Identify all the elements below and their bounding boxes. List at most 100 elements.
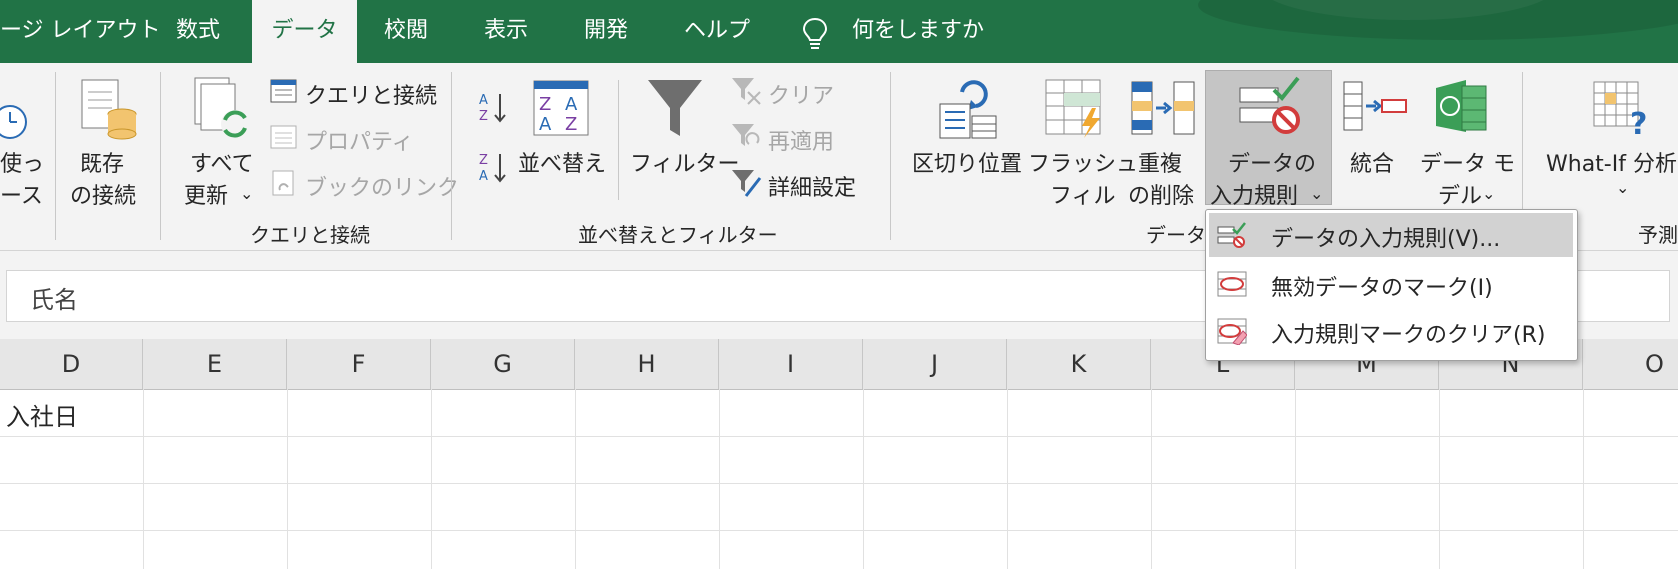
row-divider	[0, 483, 1678, 484]
menu-item-circle-invalid[interactable]: 無効データのマーク(I)	[1209, 262, 1573, 306]
filter-icon[interactable]	[646, 78, 704, 140]
row-divider	[0, 530, 1678, 531]
tab-formulas[interactable]: 数式	[176, 0, 220, 63]
formula-bar-value: 氏名	[30, 286, 78, 314]
column-divider	[1151, 389, 1152, 569]
svg-text:?: ?	[1630, 107, 1647, 138]
column-divider	[143, 389, 144, 569]
advanced-filter-icon[interactable]	[730, 168, 762, 198]
what-if-analysis-icon[interactable]: ?	[1592, 80, 1652, 138]
data-validation-icon[interactable]	[1238, 76, 1302, 136]
tab-developer[interactable]: 開発	[584, 0, 628, 63]
menu-item-clear-validation-circles[interactable]: 入力規則マークのクリア(R)	[1209, 309, 1573, 353]
filter-button[interactable]: フィルター	[630, 146, 740, 178]
svg-text:A: A	[565, 94, 578, 115]
column-header-d[interactable]: D	[0, 339, 143, 389]
column-divider	[863, 389, 864, 569]
recent-sources-label-2[interactable]: ース	[0, 178, 43, 210]
chevron-down-icon[interactable]: ⌄	[1616, 178, 1629, 197]
column-header-k[interactable]: K	[1007, 339, 1151, 389]
queries-connections-icon[interactable]	[270, 78, 298, 104]
sort-za-icon[interactable]: Z A	[478, 150, 508, 184]
group-label-queries: クエリと接続	[250, 223, 370, 247]
data-validation-label-1[interactable]: データの	[1228, 146, 1316, 178]
consolidate-button[interactable]: 統合	[1350, 146, 1394, 178]
refresh-all-label-1[interactable]: すべて	[190, 146, 254, 178]
sort-button[interactable]: 並べ替え	[518, 146, 606, 178]
menu-item-label: 入力規則マークのクリア(R)	[1271, 323, 1546, 348]
column-header-j[interactable]: J	[863, 339, 1007, 389]
column-divider	[1439, 389, 1440, 569]
data-model-icon[interactable]	[1432, 76, 1490, 136]
flash-fill-label-2[interactable]: フィル	[1050, 178, 1116, 210]
data-model-label-2[interactable]: デル	[1438, 178, 1482, 210]
column-divider	[1583, 389, 1584, 569]
advanced-button[interactable]: 詳細設定	[768, 170, 856, 202]
remove-duplicates-label-1[interactable]: 重複	[1138, 146, 1182, 178]
lightbulb-icon[interactable]	[800, 16, 830, 50]
book-links-icon	[272, 170, 294, 196]
menu-item-data-validation[interactable]: データの入力規則(V)...	[1209, 213, 1573, 257]
column-header-e[interactable]: E	[143, 339, 287, 389]
chevron-down-icon[interactable]: ⌄	[1482, 184, 1495, 203]
clock-icon[interactable]	[0, 100, 30, 144]
column-divider	[1295, 389, 1296, 569]
chevron-down-icon[interactable]: ⌄	[240, 184, 253, 203]
chevron-down-icon[interactable]: ⌄	[1310, 184, 1323, 203]
refresh-all-label-2[interactable]: 更新	[184, 178, 228, 210]
clear-filter-icon	[732, 78, 761, 105]
group-label-data-tools: データ	[1146, 223, 1206, 247]
tell-me-search[interactable]: 何をしますか	[852, 0, 984, 63]
flash-fill-icon[interactable]	[1044, 78, 1106, 140]
data-validation-icon	[1217, 222, 1246, 248]
consolidate-icon[interactable]	[1342, 80, 1408, 136]
recent-sources-label-1[interactable]: 使っ	[0, 146, 44, 178]
svg-text:A: A	[479, 93, 488, 108]
book-links-button[interactable]: ブックのリンク	[305, 170, 459, 202]
row-divider	[0, 436, 1678, 437]
column-divider	[1007, 389, 1008, 569]
column-header-h[interactable]: H	[575, 339, 719, 389]
tab-view[interactable]: 表示	[484, 0, 528, 63]
queries-connections-button[interactable]: クエリと接続	[305, 78, 437, 110]
refresh-all-icon[interactable]	[193, 76, 255, 142]
tab-help[interactable]: ヘルプ	[684, 0, 750, 63]
properties-button[interactable]: プロパティ	[305, 124, 414, 156]
tab-page-layout[interactable]: ージ レイアウト	[0, 0, 161, 63]
clear-button[interactable]: クリア	[768, 78, 834, 110]
existing-connections-icon[interactable]	[78, 78, 140, 144]
column-divider	[287, 389, 288, 569]
text-to-columns-button[interactable]: 区切り位置	[912, 146, 1022, 178]
flash-fill-label-1[interactable]: フラッシュ	[1028, 146, 1138, 178]
cell-d1[interactable]: 入社日	[6, 397, 78, 432]
properties-icon	[270, 125, 297, 149]
existing-connections-label-2[interactable]: の接続	[70, 178, 136, 210]
reapply-button[interactable]: 再適用	[768, 124, 834, 156]
sort-dialog-icon[interactable]: Z A A Z	[533, 80, 589, 136]
column-header-i[interactable]: I	[719, 339, 863, 389]
what-if-analysis-button[interactable]: What-If 分析	[1546, 146, 1677, 178]
reapply-icon	[732, 124, 760, 146]
menu-item-label: データの入力規則(V)...	[1271, 227, 1501, 252]
remove-duplicates-icon[interactable]	[1130, 80, 1196, 136]
svg-text:Z: Z	[479, 109, 488, 124]
group-label-sort-filter: 並べ替えとフィルター	[578, 223, 778, 247]
column-divider	[575, 389, 576, 569]
circle-invalid-icon	[1217, 271, 1247, 297]
data-model-label-1[interactable]: データ モ	[1420, 146, 1515, 178]
column-divider	[431, 389, 432, 569]
column-header-f[interactable]: F	[287, 339, 431, 389]
svg-text:Z: Z	[565, 114, 577, 135]
column-header-g[interactable]: G	[431, 339, 575, 389]
text-to-columns-icon[interactable]	[938, 78, 998, 140]
sort-az-icon[interactable]: A Z	[478, 90, 508, 124]
column-header-o[interactable]: O	[1583, 339, 1678, 389]
tab-data[interactable]: データ	[252, 0, 357, 64]
existing-connections-label-1[interactable]: 既存	[80, 146, 124, 178]
svg-text:A: A	[479, 169, 488, 184]
svg-text:A: A	[539, 114, 552, 135]
svg-text:Z: Z	[479, 153, 488, 168]
data-validation-label-2[interactable]: 入力規則	[1210, 178, 1298, 210]
remove-duplicates-label-2[interactable]: の削除	[1128, 178, 1194, 210]
tab-review[interactable]: 校閲	[384, 0, 428, 63]
